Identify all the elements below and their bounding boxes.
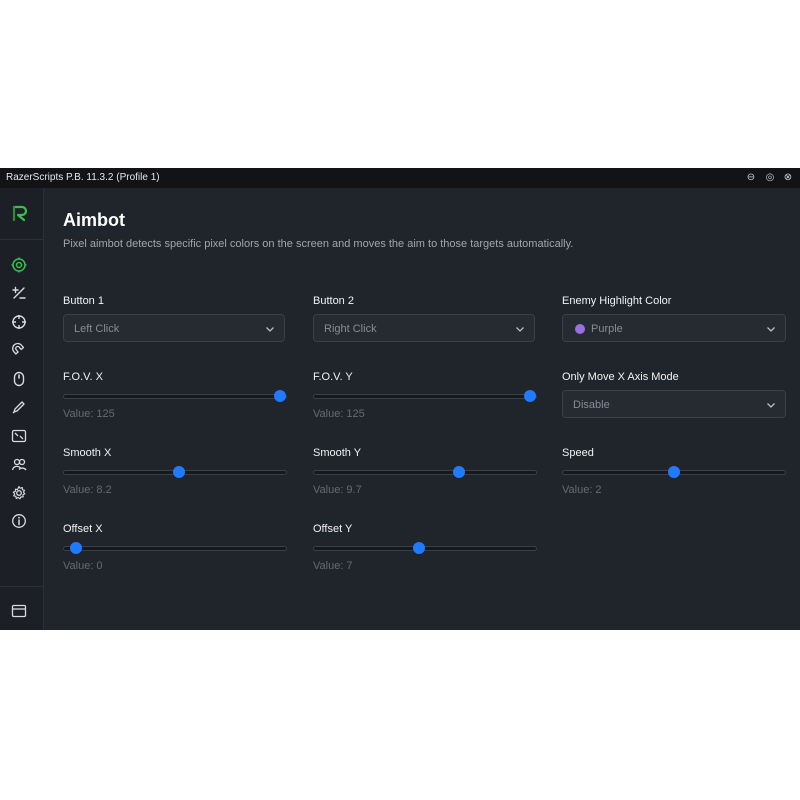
title-bar: RazerScripts P.B. 11.3.2 (Profile 1) ⊖ ◎… bbox=[0, 168, 800, 188]
button2-value: Right Click bbox=[324, 323, 377, 335]
nav-magnet[interactable] bbox=[9, 340, 29, 360]
magnet-icon bbox=[12, 342, 25, 355]
slider-track bbox=[313, 470, 537, 475]
slider-track bbox=[313, 394, 537, 399]
maximize-icon[interactable]: ◎ bbox=[763, 171, 777, 185]
chevron-down-icon bbox=[767, 327, 775, 332]
sidebar-divider bbox=[0, 239, 43, 240]
fov-y-label: F.O.V. Y bbox=[313, 371, 353, 383]
slider-thumb[interactable] bbox=[274, 390, 286, 402]
smooth-x-slider[interactable] bbox=[63, 465, 287, 479]
slider-thumb[interactable] bbox=[412, 542, 425, 554]
nav-screen[interactable] bbox=[9, 426, 29, 446]
mouse-icon bbox=[13, 371, 25, 387]
smooth-y-label: Smooth Y bbox=[313, 447, 362, 459]
scope-icon bbox=[12, 315, 26, 329]
fov-x-label: F.O.V. X bbox=[63, 371, 103, 383]
sidebar bbox=[0, 188, 44, 630]
nav-recoil[interactable] bbox=[9, 283, 29, 303]
pen-icon bbox=[12, 401, 25, 414]
chevron-down-icon bbox=[516, 327, 524, 332]
offset-x-slider[interactable] bbox=[63, 541, 287, 555]
nav-aimbot[interactable] bbox=[9, 255, 29, 275]
speed-label: Speed bbox=[562, 447, 594, 459]
slider-track bbox=[63, 546, 287, 551]
button1-select[interactable]: Left Click bbox=[63, 314, 285, 342]
fov-y-slider[interactable] bbox=[313, 389, 537, 403]
gear-icon bbox=[12, 485, 26, 500]
only-move-x-select[interactable]: Disable bbox=[562, 390, 786, 418]
enemy-color-value: Purple bbox=[591, 323, 623, 335]
nav-color-picker[interactable] bbox=[9, 397, 29, 417]
button1-label: Button 1 bbox=[63, 295, 104, 307]
nav-triggerbot[interactable] bbox=[9, 312, 29, 332]
button1-value: Left Click bbox=[74, 323, 120, 335]
slider-thumb[interactable] bbox=[524, 390, 536, 402]
window-title: RazerScripts P.B. 11.3.2 (Profile 1) bbox=[6, 172, 160, 183]
slider-thumb[interactable] bbox=[668, 466, 680, 478]
fov-x-slider[interactable] bbox=[63, 389, 287, 403]
offset-x-label: Offset X bbox=[63, 523, 103, 535]
only-move-x-label: Only Move X Axis Mode bbox=[562, 371, 679, 383]
nav-users[interactable] bbox=[9, 454, 29, 474]
enemy-color-label: Enemy Highlight Color bbox=[562, 295, 672, 307]
smooth-y-slider[interactable] bbox=[313, 465, 537, 479]
nav-mouse[interactable] bbox=[9, 369, 29, 389]
window-icon bbox=[11, 604, 27, 618]
crosshair-target-icon bbox=[11, 257, 27, 273]
offset-y-value: Value: 7 bbox=[313, 560, 353, 572]
slider-track bbox=[313, 546, 537, 551]
speed-value: Value: 2 bbox=[562, 484, 602, 496]
offset-y-label: Offset Y bbox=[313, 523, 353, 535]
users-icon bbox=[11, 458, 27, 471]
chevron-down-icon bbox=[266, 327, 274, 332]
slider-thumb[interactable] bbox=[452, 466, 465, 478]
plus-minus-icon bbox=[12, 286, 26, 299]
smooth-x-value: Value: 8.2 bbox=[63, 484, 112, 496]
nav-info[interactable] bbox=[9, 511, 29, 531]
smooth-y-value: Value: 9.7 bbox=[313, 484, 362, 496]
page-description: Pixel aimbot detects specific pixel colo… bbox=[63, 238, 574, 250]
minimize-icon[interactable]: ⊖ bbox=[744, 171, 758, 185]
nav-settings[interactable] bbox=[9, 483, 29, 503]
info-icon bbox=[12, 514, 26, 528]
only-move-x-value: Disable bbox=[573, 399, 610, 411]
speed-slider[interactable] bbox=[562, 465, 786, 479]
offset-y-slider[interactable] bbox=[313, 541, 537, 555]
chevron-down-icon bbox=[767, 403, 775, 408]
slider-thumb[interactable] bbox=[70, 542, 83, 554]
fov-x-value: Value: 125 bbox=[63, 408, 115, 420]
app-logo-icon bbox=[12, 205, 28, 222]
smooth-x-label: Smooth X bbox=[63, 447, 112, 459]
color-swatch bbox=[575, 324, 585, 334]
button2-select[interactable]: Right Click bbox=[313, 314, 535, 342]
fov-y-value: Value: 125 bbox=[313, 408, 365, 420]
enemy-color-select[interactable]: Purple bbox=[562, 314, 786, 342]
main-content: Aimbot Pixel aimbot detects specific pix… bbox=[44, 188, 800, 630]
button2-label: Button 2 bbox=[313, 295, 354, 307]
app-window: RazerScripts P.B. 11.3.2 (Profile 1) ⊖ ◎… bbox=[0, 168, 800, 630]
sidebar-divider-bottom bbox=[0, 586, 43, 587]
slider-thumb[interactable] bbox=[173, 466, 186, 478]
page-title: Aimbot bbox=[63, 210, 125, 230]
offset-x-value: Value: 0 bbox=[63, 560, 103, 572]
slider-track bbox=[63, 394, 287, 399]
nav-window[interactable] bbox=[9, 601, 29, 621]
screen-capture-icon bbox=[11, 429, 27, 443]
close-icon[interactable]: ⊗ bbox=[781, 171, 795, 185]
